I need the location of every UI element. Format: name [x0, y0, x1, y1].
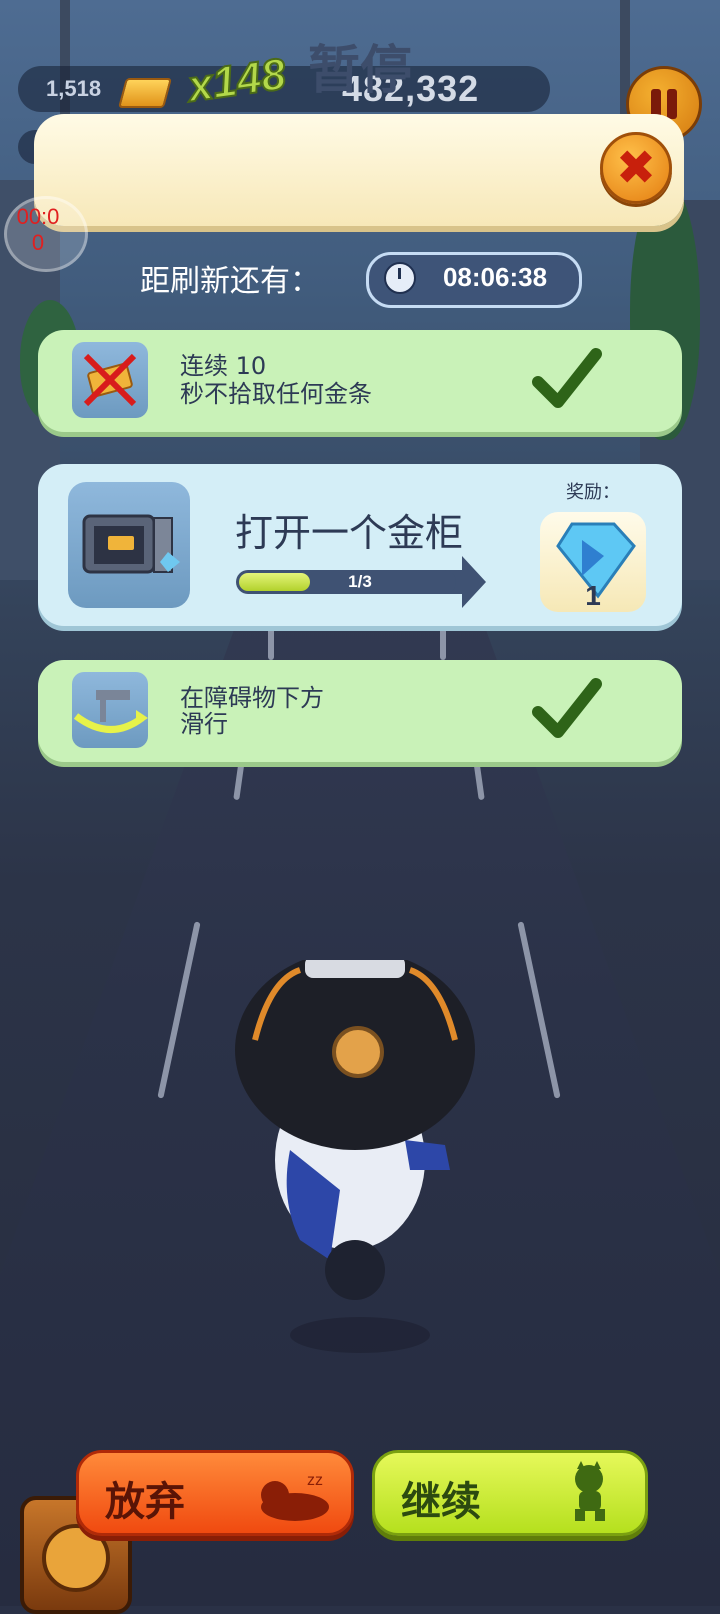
record-timer-text: 00:0 0 [16, 204, 60, 255]
record-timer: 00:0 0 [8, 204, 68, 256]
refresh-timer: 08:06:38 [442, 262, 548, 292]
close-icon: ✖ [615, 140, 657, 196]
refresh-label: 距刷新还有： [140, 264, 320, 299]
mission-text-line1: 在障碍物下方 [180, 684, 324, 712]
mission-text-line2: 滑行 [180, 710, 228, 738]
player-character [235, 960, 475, 1353]
slide-under-icon [72, 672, 148, 748]
mission-text-line2: 秒不拾取任何金条 [180, 380, 372, 408]
game-background [0, 0, 720, 1606]
lane-marker [268, 620, 274, 660]
pause-title-panel [34, 114, 684, 226]
checkmark-icon [532, 678, 602, 738]
mission-progress-text: 1/3 [348, 572, 372, 591]
clock-icon [384, 262, 416, 294]
vault-icon [68, 482, 190, 608]
pause-title: 暂停 [307, 41, 412, 101]
sleeping-cat-icon: zz [261, 1472, 329, 1521]
quit-button-label: 放弃 [105, 1479, 185, 1525]
checkmark-icon [532, 348, 602, 408]
mission-card: 在障碍物下方 滑行 [38, 660, 682, 762]
active-mission-title: 打开一个金柜 [235, 511, 464, 555]
continue-button[interactable]: 继续 [372, 1450, 648, 1536]
quit-button[interactable]: 放弃 zz [76, 1450, 354, 1536]
reward-count: 1 [585, 580, 601, 611]
mission-card: 连续 10 秒不拾取任何金条 [38, 330, 682, 432]
running-cat-icon [575, 1461, 605, 1521]
close-button[interactable]: ✖ [600, 132, 672, 204]
svg-text:zz: zz [307, 1472, 323, 1489]
continue-button-label: 继续 [401, 1479, 481, 1525]
reward-label: 奖励： [566, 482, 620, 503]
lane-marker [440, 620, 446, 660]
crossed-gold-icon [72, 342, 148, 418]
mission-text-line1: 连续 10 [180, 352, 267, 380]
